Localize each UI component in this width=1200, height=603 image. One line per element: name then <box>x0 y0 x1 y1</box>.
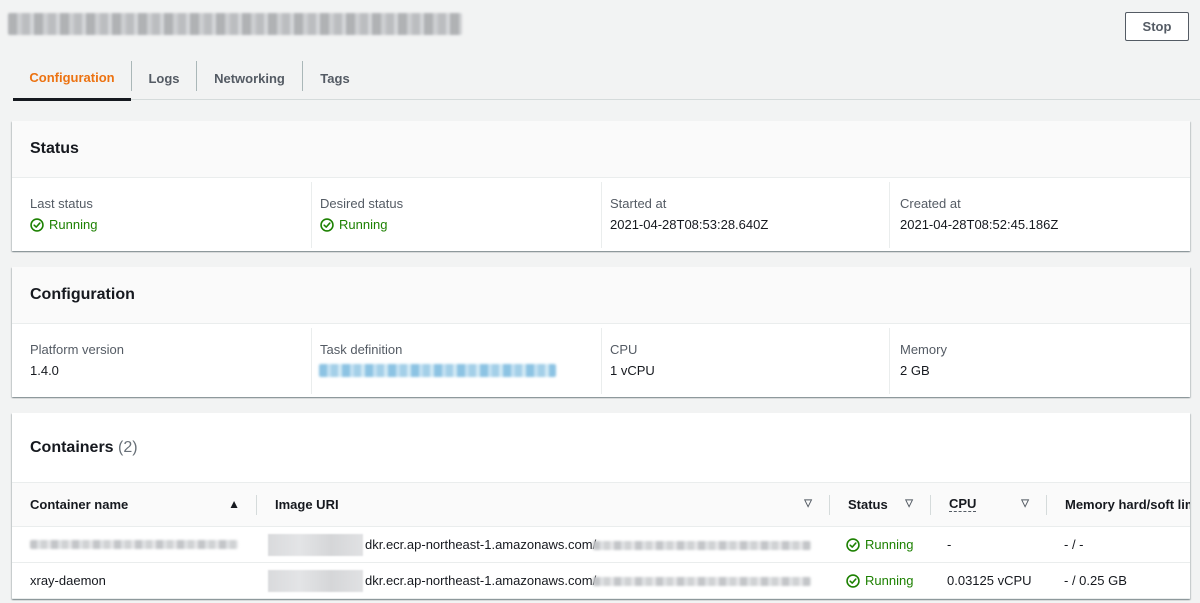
memory-value: 2 GB <box>900 363 930 378</box>
stop-button[interactable]: Stop <box>1125 12 1189 41</box>
column-divider <box>601 328 602 394</box>
image-uri-account-redacted <box>268 534 363 556</box>
column-header-container-name[interactable]: Container name ▲ <box>12 482 257 527</box>
check-circle-icon <box>846 573 860 588</box>
container-name-cell <box>12 526 257 563</box>
task-definition-label: Task definition <box>320 342 403 357</box>
tab-bar: Configuration Logs Networking Tags <box>13 57 1200 101</box>
column-divider <box>889 182 890 248</box>
containers-panel: Containers (2) Container name ▲ Image UR… <box>12 413 1190 599</box>
tab-configuration[interactable]: Configuration <box>13 57 131 101</box>
image-uri-account-redacted <box>268 570 363 592</box>
started-at-label: Started at <box>610 196 667 211</box>
column-header-memory[interactable]: Memory hard/soft limits <box>1047 482 1190 527</box>
image-uri-registry: dkr.ecr.ap-northeast-1.amazonaws.com/ <box>365 537 597 552</box>
container-cpu: - <box>947 537 952 552</box>
image-uri-repo-redacted <box>593 541 811 550</box>
tab-tags[interactable]: Tags <box>303 57 367 100</box>
desired-status-text: Running <box>339 217 388 232</box>
image-uri-cell: dkr.ecr.ap-northeast-1.amazonaws.com/ <box>257 526 830 563</box>
status-cell: Running <box>830 526 931 563</box>
container-status-text: Running <box>865 537 914 552</box>
memory-label: Memory <box>900 342 947 357</box>
container-status: Running <box>846 573 913 588</box>
tab-networking[interactable]: Networking <box>197 57 302 100</box>
started-at-value: 2021-04-28T08:53:28.640Z <box>610 217 769 232</box>
container-name: xray-daemon <box>30 573 106 588</box>
status-panel-header: Status <box>12 121 1190 178</box>
check-circle-icon <box>30 217 44 232</box>
desired-status-label: Desired status <box>320 196 404 211</box>
table-header-row: Container name ▲ Image URI ▽ Status ▽ CP… <box>12 482 1190 527</box>
container-status: Running <box>846 537 913 552</box>
caret-up-icon[interactable]: ▲ <box>228 497 240 511</box>
column-header-label: Status <box>848 497 888 512</box>
column-header-image-uri[interactable]: Image URI ▽ <box>257 482 830 527</box>
containers-count: (2) <box>118 439 138 456</box>
column-header-label: Container name <box>30 497 129 512</box>
tab-logs[interactable]: Logs <box>132 57 196 100</box>
column-divider <box>889 328 890 394</box>
caret-down-outline-icon[interactable]: ▽ <box>905 498 913 509</box>
cpu-cell: - <box>931 526 1047 563</box>
status-panel: Status Last status Running Desired statu… <box>12 121 1190 251</box>
configuration-panel-title: Configuration <box>30 286 135 303</box>
status-cell: Running <box>830 562 931 599</box>
container-name-redacted <box>30 540 238 549</box>
status-panel-title: Status <box>30 140 79 157</box>
cpu-value: 1 vCPU <box>610 363 655 378</box>
image-uri-cell: dkr.ecr.ap-northeast-1.amazonaws.com/ <box>257 562 830 599</box>
configuration-panel: Configuration Platform version 1.4.0 Tas… <box>12 267 1190 397</box>
column-header-label: Image URI <box>275 497 339 512</box>
last-status-label: Last status <box>30 196 93 211</box>
last-status-text: Running <box>49 217 98 232</box>
memory-cell: - / - <box>1047 526 1190 563</box>
task-id-title <box>8 13 462 35</box>
last-status-value: Running <box>30 217 97 232</box>
check-circle-icon <box>846 537 860 552</box>
container-memory: - / - <box>1064 537 1084 552</box>
column-header-status[interactable]: Status ▽ <box>830 482 931 527</box>
column-header-label: CPU <box>949 496 977 512</box>
column-divider <box>601 182 602 248</box>
image-uri-repo-redacted <box>593 577 811 586</box>
table-row[interactable]: dkr.ecr.ap-northeast-1.amazonaws.com/ Ru… <box>12 526 1190 563</box>
memory-cell: - / 0.25 GB <box>1047 562 1190 599</box>
container-memory: - / 0.25 GB <box>1064 573 1127 588</box>
caret-down-outline-icon[interactable]: ▽ <box>804 498 812 509</box>
configuration-panel-header: Configuration <box>12 267 1190 324</box>
platform-version-value: 1.4.0 <box>30 363 59 378</box>
table-row[interactable]: xray-daemon dkr.ecr.ap-northeast-1.amazo… <box>12 562 1190 599</box>
caret-down-outline-icon[interactable]: ▽ <box>1021 498 1029 509</box>
containers-panel-title: Containers (2) <box>30 439 138 457</box>
column-header-cpu[interactable]: CPU ▽ <box>931 482 1047 527</box>
column-divider <box>311 182 312 248</box>
column-header-label: Memory hard/soft limits <box>1065 497 1190 512</box>
image-uri-registry: dkr.ecr.ap-northeast-1.amazonaws.com/ <box>365 573 597 588</box>
container-cpu: 0.03125 vCPU <box>947 573 1032 588</box>
task-definition-link[interactable] <box>319 364 556 377</box>
created-at-label: Created at <box>900 196 961 211</box>
containers-title-text: Containers <box>30 439 114 456</box>
cpu-cell: 0.03125 vCPU <box>931 562 1047 599</box>
desired-status-value: Running <box>320 217 387 232</box>
containers-table: Container name ▲ Image URI ▽ Status ▽ CP… <box>12 482 1190 599</box>
container-status-text: Running <box>865 573 914 588</box>
platform-version-label: Platform version <box>30 342 124 357</box>
created-at-value: 2021-04-28T08:52:45.186Z <box>900 217 1059 232</box>
container-name-cell: xray-daemon <box>12 562 257 599</box>
check-circle-icon <box>320 217 334 232</box>
column-divider <box>311 328 312 394</box>
cpu-label: CPU <box>610 342 638 357</box>
